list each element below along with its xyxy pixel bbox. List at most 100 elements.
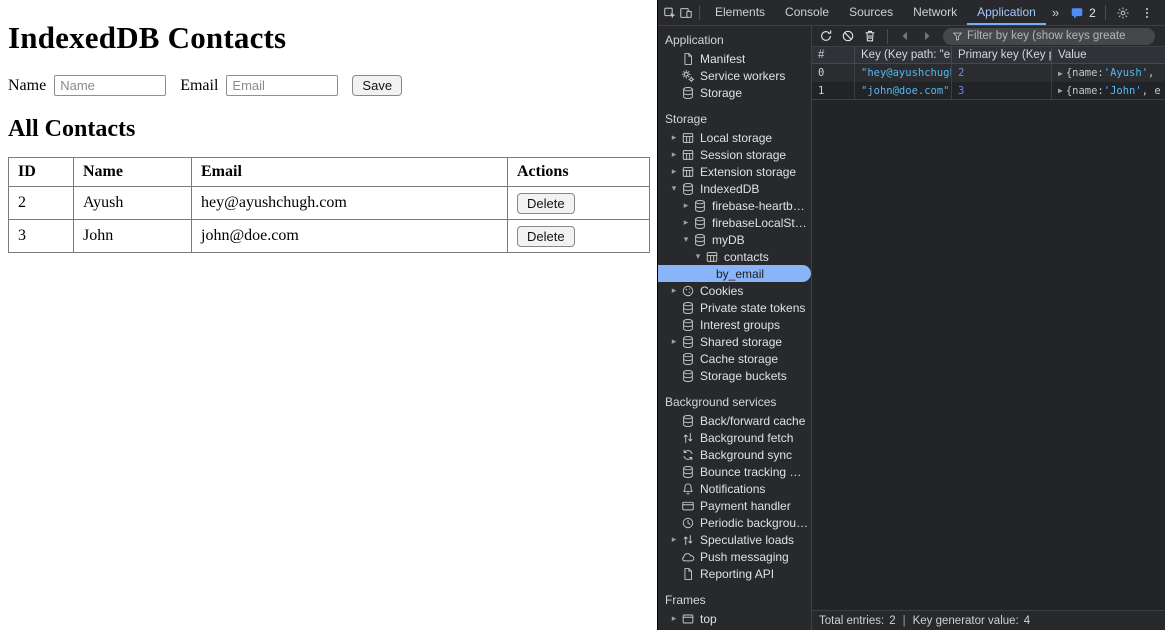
document-icon (680, 51, 695, 67)
sidebar-item-contacts[interactable]: ▾contacts (658, 248, 811, 265)
sidebar-item-top[interactable]: ▸top (658, 610, 811, 627)
delete-button[interactable]: Delete (517, 226, 575, 247)
idb-record-row[interactable]: 0"hey@ayushchugh.…2▶{name: 'Ayush', (812, 64, 1165, 82)
grid-column-header-1[interactable]: Key (Key path: "em… (855, 47, 952, 63)
sidebar-item-private-state-tokens[interactable]: Private state tokens (658, 299, 811, 316)
sidebar-item-firebaselocalstorag[interactable]: ▸firebaseLocalStorag… (658, 214, 811, 231)
delete-button[interactable]: Delete (517, 193, 575, 214)
chevron-down-icon[interactable]: ▾ (680, 234, 692, 245)
database-icon (680, 351, 695, 367)
close-devtools-button[interactable] (1159, 1, 1165, 25)
cloud-icon (680, 549, 695, 565)
contacts-heading: All Contacts (8, 116, 649, 143)
table-icon (680, 164, 695, 180)
refresh-icon (818, 28, 834, 44)
sidebar-item-indexeddb[interactable]: ▾ IndexedDB (658, 180, 811, 197)
tab-sources[interactable]: Sources (839, 0, 903, 25)
cell-id: 2 (9, 187, 74, 220)
issues-button[interactable]: 2 (1065, 5, 1100, 21)
chevron-right-icon[interactable]: ▸ (668, 534, 680, 545)
sidebar-section-background-services: Background servicesBack/forward cacheBac… (658, 391, 811, 582)
value-segment: 'John' (1104, 85, 1142, 97)
expand-triangle-icon[interactable]: ▶ (1058, 86, 1063, 95)
gear-icon (1115, 5, 1131, 21)
tab-network[interactable]: Network (903, 0, 967, 25)
chevron-right-icon[interactable]: ▸ (668, 149, 680, 160)
panel-tabs: ElementsConsoleSourcesNetworkApplication (705, 0, 1046, 25)
grid-column-header-0[interactable]: # (812, 47, 855, 63)
sidebar-item-by-email[interactable]: by_email (658, 265, 811, 282)
sidebar-item-interest-groups[interactable]: Interest groups (658, 316, 811, 333)
save-button[interactable]: Save (352, 75, 402, 96)
sidebar-item-notifications[interactable]: Notifications (658, 480, 811, 497)
chevron-right-icon[interactable]: ▸ (668, 166, 680, 177)
name-input[interactable] (54, 75, 166, 96)
cell-primary-key: 2 (952, 64, 1052, 82)
chevron-down-icon[interactable]: ▾ (668, 183, 680, 194)
sidebar-item-cache-storage[interactable]: Cache storage (658, 350, 811, 367)
chevron-right-icon[interactable]: ▸ (668, 613, 680, 624)
clear-object-store-button[interactable] (838, 27, 858, 46)
chevron-right-icon[interactable]: ▸ (668, 285, 680, 296)
sidebar-item-label: Shared storage (700, 335, 782, 349)
sidebar-item-background-sync[interactable]: Background sync (658, 446, 811, 463)
page-back-button[interactable] (895, 27, 915, 46)
sidebar-item-local-storage[interactable]: ▸Local storage (658, 129, 811, 146)
inspect-element-button[interactable] (662, 1, 678, 25)
tab-elements[interactable]: Elements (705, 0, 775, 25)
updown-icon (680, 532, 695, 548)
grid-column-header-2[interactable]: Primary key (Key p… (952, 47, 1052, 63)
sidebar-item-extension-storage[interactable]: ▸Extension storage (658, 163, 811, 180)
email-input[interactable] (226, 75, 338, 96)
chevron-right-icon[interactable]: ▸ (668, 336, 680, 347)
delete-selected-button[interactable] (860, 27, 880, 46)
sidebar-item-reporting-api[interactable]: Reporting API (658, 565, 811, 582)
grid-toolbar (812, 26, 1165, 47)
table-row: 3Johnjohn@doe.comDelete (9, 220, 650, 253)
sidebar-item-back-forward-cache[interactable]: Back/forward cache (658, 412, 811, 429)
settings-button[interactable] (1111, 1, 1135, 25)
sidebar-item-session-storage[interactable]: ▸Session storage (658, 146, 811, 163)
sidebar-item-storage[interactable]: Storage (658, 84, 811, 101)
table-icon (680, 130, 695, 146)
sidebar-item-manifest[interactable]: Manifest (658, 50, 811, 67)
sidebar-item-payment-handler[interactable]: Payment handler (658, 497, 811, 514)
arrow-left-icon (897, 28, 913, 44)
divider (699, 5, 700, 20)
refresh-button[interactable] (816, 27, 836, 46)
sidebar-item-background-fetch[interactable]: Background fetch (658, 429, 811, 446)
expand-triangle-icon[interactable]: ▶ (1058, 69, 1063, 78)
sidebar-item-bounce-tracking-mitig[interactable]: Bounce tracking mitig… (658, 463, 811, 480)
key-filter[interactable] (943, 28, 1155, 45)
tab-application[interactable]: Application (967, 0, 1046, 25)
sidebar-item-periodic-background-s[interactable]: Periodic background s… (658, 514, 811, 531)
page-forward-button[interactable] (917, 27, 937, 46)
sidebar-item-shared-storage[interactable]: ▸ Shared storage (658, 333, 811, 350)
grid-column-header-3[interactable]: Value (1052, 47, 1165, 63)
sidebar-item-firebase-heartbeat[interactable]: ▸firebase-heartbeat-… (658, 197, 811, 214)
cell-email: john@doe.com (192, 220, 508, 253)
menu-button[interactable] (1135, 1, 1159, 25)
contacts-table-header: IDNameEmailActions (9, 158, 650, 187)
key-filter-input[interactable] (967, 30, 1147, 42)
chevron-right-icon[interactable]: ▸ (668, 132, 680, 143)
chevron-down-icon[interactable]: ▾ (692, 251, 704, 262)
sidebar-item-service-workers[interactable]: Service workers (658, 67, 811, 84)
idb-record-row[interactable]: 1"john@doe.com"3▶{name: 'John', e (812, 82, 1165, 100)
sidebar-item-mydb[interactable]: ▾ myDB (658, 231, 811, 248)
sidebar-item-storage-buckets[interactable]: Storage buckets (658, 367, 811, 384)
sidebar-item-label: myDB (712, 233, 745, 247)
sidebar-section-storage: Storage▸Local storage▸Session storage▸Ex… (658, 108, 811, 384)
device-toolbar-button[interactable] (678, 1, 694, 25)
tab-console[interactable]: Console (775, 0, 839, 25)
chevron-right-icon[interactable]: ▸ (680, 200, 692, 211)
chevron-right-icon[interactable]: ▸ (680, 217, 692, 228)
more-tabs-button[interactable]: » (1046, 5, 1065, 20)
sidebar-item-speculative-loads[interactable]: ▸Speculative loads (658, 531, 811, 548)
column-header-actions: Actions (508, 158, 650, 187)
sidebar-item-push-messaging[interactable]: Push messaging (658, 548, 811, 565)
sidebar-item-label: IndexedDB (700, 182, 759, 196)
sidebar-item-cookies[interactable]: ▸Cookies (658, 282, 811, 299)
indexeddb-view: #Key (Key path: "em…Primary key (Key p…V… (812, 26, 1165, 630)
cell-actions: Delete (508, 220, 650, 253)
